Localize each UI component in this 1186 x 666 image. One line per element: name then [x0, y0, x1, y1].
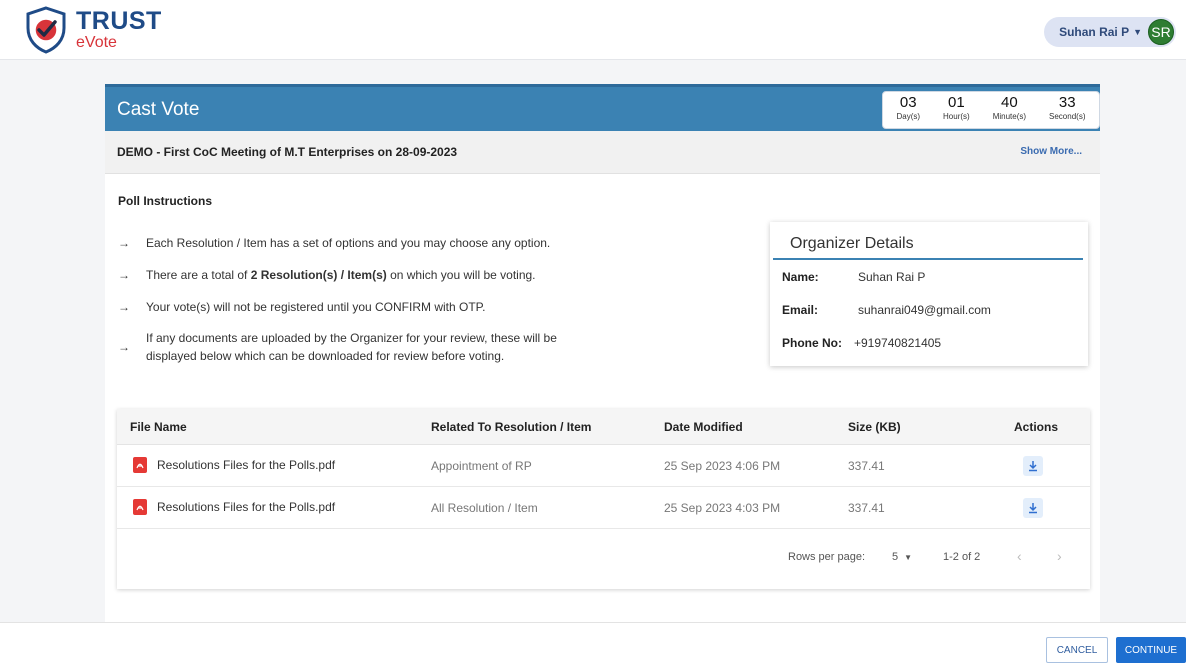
divider — [773, 258, 1083, 260]
download-icon — [1029, 461, 1037, 472]
instruction-item: → If any documents are uploaded by the O… — [118, 329, 557, 365]
files-table: File Name Related To Resolution / Item D… — [117, 409, 1090, 589]
size-cell: 337.41 — [848, 501, 885, 515]
instruction-item: → Each Resolution / Item has a set of op… — [118, 236, 550, 250]
table-row: Resolutions Files for the Polls.pdf All … — [117, 487, 1090, 529]
organizer-name-label: Name: — [782, 270, 819, 284]
countdown-value: 03 — [899, 94, 917, 111]
rows-per-page-label: Rows per page: — [788, 551, 866, 563]
file-name-cell[interactable]: Resolutions Files for the Polls.pdf — [133, 457, 335, 473]
table-row: Resolutions Files for the Polls.pdf Appo… — [117, 445, 1090, 487]
instruction-line: displayed below which can be downloaded … — [146, 349, 505, 363]
related-cell: All Resolution / Item — [431, 501, 538, 515]
meeting-title: DEMO - First CoC Meeting of M.T Enterpri… — [117, 145, 458, 159]
chevron-down-icon: ▼ — [1133, 27, 1142, 37]
countdown-label: Hour(s) — [943, 112, 970, 121]
organizer-phone-label: Phone No: — [782, 336, 842, 350]
organizer-title: Organizer Details — [790, 235, 914, 252]
organizer-email-row: Email: suhanrai049@gmail.com — [782, 303, 991, 317]
column-header-related: Related To Resolution / Item — [431, 420, 592, 434]
cast-vote-header: Cast Vote 03 Day(s) 01 Hour(s) 40 Minute… — [105, 87, 1100, 131]
countdown-timer: 03 Day(s) 01 Hour(s) 40 Minute(s) 33 Sec… — [882, 91, 1100, 129]
user-name: Suhan Rai P — [1059, 25, 1130, 39]
arrow-right-icon: → — [118, 236, 130, 250]
instruction-text: Each Resolution / Item has a set of opti… — [146, 236, 551, 250]
instruction-prefix: There are a total of — [146, 268, 251, 282]
countdown-label: Day(s) — [896, 112, 921, 121]
organizer-phone-row: Phone No: +919740821405 — [782, 336, 941, 350]
brand-title: TRUST — [76, 7, 162, 35]
column-header-actions: Actions — [1014, 420, 1059, 434]
next-page-button[interactable]: › — [1057, 548, 1062, 564]
column-header-date: Date Modified — [664, 420, 743, 434]
brand-logo[interactable]: TRUST eVote — [24, 6, 162, 54]
top-bar: TRUST eVote Suhan Rai P ▼ SR — [0, 0, 1186, 60]
page-range: 1-2 of 2 — [943, 551, 981, 563]
date-cell: 25 Sep 2023 4:03 PM — [664, 501, 781, 515]
file-name: Resolutions Files for the Polls.pdf — [157, 458, 336, 472]
poll-instructions-heading: Poll Instructions — [118, 194, 213, 208]
download-button[interactable] — [1023, 456, 1043, 476]
rows-per-page-value: 5 — [892, 551, 899, 563]
file-name-cell[interactable]: Resolutions Files for the Polls.pdf — [133, 499, 335, 515]
download-icon — [1029, 503, 1037, 514]
meeting-bar: DEMO - First CoC Meeting of M.T Enterpri… — [105, 131, 1100, 174]
countdown-hours: 01 Hour(s) — [943, 95, 970, 125]
countdown-value: 40 — [1001, 94, 1018, 111]
user-menu[interactable]: Suhan Rai P ▼ SR — [1044, 17, 1176, 47]
previous-page-button[interactable]: ‹ — [1017, 548, 1022, 564]
organizer-name-row: Name: Suhan Rai P — [782, 270, 925, 284]
organizer-name: Suhan Rai P — [858, 270, 926, 284]
instruction-suffix: on which you will be voting. — [386, 268, 536, 282]
arrow-right-icon: → — [118, 340, 130, 354]
organizer-email-label: Email: — [782, 303, 819, 317]
column-header-size: Size (KB) — [848, 420, 901, 434]
shield-logo-icon — [26, 6, 66, 54]
instruction-bold: 2 Resolution(s) / Item(s) — [250, 268, 387, 282]
avatar: SR — [1148, 19, 1174, 45]
instruction-item: → There are a total of 2 Resolution(s) /… — [118, 268, 536, 282]
instruction-item: → Your vote(s) will not be registered un… — [118, 300, 485, 314]
related-cell: Appointment of RP — [431, 459, 532, 473]
arrow-right-icon: → — [118, 268, 130, 282]
cast-vote-panel: Cast Vote 03 Day(s) 01 Hour(s) 40 Minute… — [105, 84, 1100, 624]
table-pagination: Rows per page: 5 ▼ 1-2 of 2 ‹ › — [117, 529, 1090, 589]
bottom-action-bar: CANCEL CONTINUE — [0, 622, 1186, 666]
chevron-down-icon: ▼ — [904, 553, 913, 562]
brand-subtitle: eVote — [76, 34, 117, 51]
instruction-text: There are a total of 2 Resolution(s) / I… — [146, 268, 536, 282]
organizer-details-card: Organizer Details Name: Suhan Rai P Emai… — [770, 222, 1088, 366]
date-cell: 25 Sep 2023 4:06 PM — [664, 459, 781, 473]
column-header-file-name: File Name — [130, 420, 187, 434]
table-header: File Name Related To Resolution / Item D… — [117, 409, 1090, 445]
pdf-file-icon — [133, 499, 147, 515]
countdown-label: Second(s) — [1049, 112, 1086, 121]
countdown-minutes: 40 Minute(s) — [993, 95, 1026, 125]
countdown-label: Minute(s) — [992, 112, 1027, 121]
countdown-seconds: 33 Second(s) — [1049, 95, 1085, 125]
instruction-text: Your vote(s) will not be registered unti… — [146, 300, 486, 314]
download-button[interactable] — [1023, 498, 1043, 518]
cancel-button[interactable]: CANCEL — [1046, 637, 1108, 663]
organizer-email: suhanrai049@gmail.com — [858, 303, 991, 317]
rows-per-page-select[interactable]: 5 ▼ — [892, 551, 912, 563]
show-more-link[interactable]: Show More... — [1020, 146, 1082, 157]
file-name: Resolutions Files for the Polls.pdf — [157, 500, 336, 514]
countdown-value: 33 — [1058, 94, 1076, 111]
continue-button[interactable]: CONTINUE — [1116, 637, 1186, 663]
instruction-line: If any documents are uploaded by the Org… — [146, 331, 557, 345]
page-title: Cast Vote — [117, 99, 200, 120]
instruction-text: If any documents are uploaded by the Org… — [146, 329, 557, 365]
organizer-phone: +919740821405 — [854, 336, 942, 350]
size-cell: 337.41 — [848, 459, 885, 473]
pdf-file-icon — [133, 457, 147, 473]
countdown-days: 03 Day(s) — [896, 95, 920, 125]
arrow-right-icon: → — [118, 300, 130, 314]
countdown-value: 01 — [948, 94, 965, 111]
